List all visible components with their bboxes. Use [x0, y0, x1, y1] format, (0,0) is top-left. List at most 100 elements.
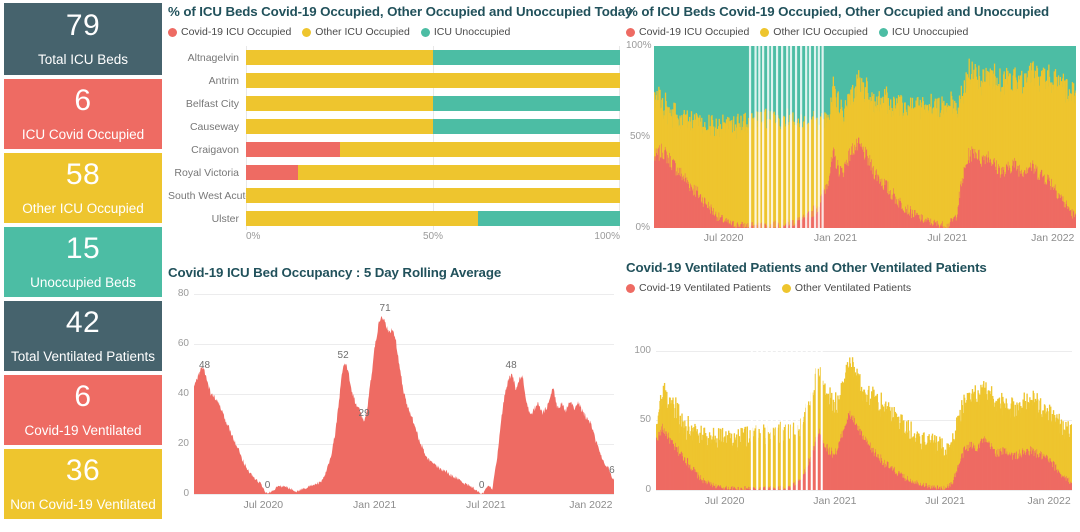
kpi-card-covid-19-ventilated[interactable]: 6 Covid-19 Ventilated — [4, 375, 162, 445]
bar-segment-icu-unoccupied[interactable] — [477, 211, 620, 226]
legend-color-dot-icon — [626, 283, 635, 293]
bar-segment-other-icu-occupied[interactable] — [246, 211, 478, 226]
bar-row[interactable]: Causeway — [168, 115, 620, 138]
x-axis-percent: 0% 50% 100% — [246, 230, 620, 244]
data-label: 0 — [478, 480, 485, 491]
gridline — [656, 490, 1072, 491]
kpi-card-non-covid-19-ventilated[interactable]: 36 Non Covid-19 Ventilated — [4, 449, 162, 519]
kpi-value: 6 — [74, 380, 92, 414]
bar-track — [246, 50, 620, 65]
legend-color-dot-icon — [168, 27, 177, 37]
legend-label: Other Ventilated Patients — [794, 282, 912, 294]
panel-title-icu-occupancy-rolling: Covid-19 ICU Bed Occupancy : 5 Day Rolli… — [168, 265, 502, 280]
icu-occupancy-plot — [194, 294, 614, 494]
legend-item[interactable]: Covid-19 ICU Occupied — [626, 26, 749, 38]
bar-track — [246, 73, 620, 88]
bar-row[interactable]: Antrim — [168, 69, 620, 92]
bar-segment-other-icu-occupied[interactable] — [246, 119, 433, 134]
bar-segment-other-icu-occupied[interactable] — [246, 96, 433, 111]
bar-category-label: Craigavon — [191, 143, 239, 156]
legend-color-dot-icon — [781, 283, 791, 293]
x-axis-tick: 100% — [594, 231, 620, 242]
kpi-label: ICU Covid Occupied — [21, 127, 145, 143]
legend-item[interactable]: Other ICU Occupied — [760, 26, 868, 38]
kpi-card-total-ventilated-patients[interactable]: 42 Total Ventilated Patients — [4, 301, 162, 371]
kpi-label: Covid-19 Ventilated — [24, 423, 142, 439]
legend-color-dot-icon — [760, 27, 770, 37]
y-axis-tick: 60 — [177, 338, 189, 349]
bar-segment-icu-unoccupied[interactable] — [433, 50, 620, 65]
kpi-card-total-icu-beds[interactable]: 79 Total ICU Beds — [4, 3, 162, 75]
kpi-value: 42 — [65, 306, 101, 340]
panel-icu-beds-timeseries: % of ICU Beds Covid-19 Occupied, Other O… — [626, 4, 1078, 244]
bar-segment-other-icu-occupied[interactable] — [339, 142, 620, 157]
bar-segment-covid-19-icu-occupied[interactable] — [246, 165, 299, 180]
bar-segment-icu-unoccupied[interactable] — [433, 119, 620, 134]
x-axis-tick: 50% — [422, 231, 444, 242]
legend-color-dot-icon — [626, 27, 635, 37]
panel-title-ventilated-patients: Covid-19 Ventilated Patients and Other V… — [626, 260, 987, 275]
data-label: 48 — [505, 360, 517, 371]
x-axis-tick: Jul 2020 — [703, 232, 744, 244]
data-label: 71 — [379, 302, 391, 314]
kpi-value: 15 — [65, 232, 101, 266]
legend-color-dot-icon — [878, 27, 888, 37]
y-axis-tick: 0 — [645, 484, 651, 495]
kpi-value: 36 — [65, 454, 101, 488]
bar-row[interactable]: Ulster — [168, 207, 620, 230]
panel-icu-occupancy-rolling: Covid-19 ICU Bed Occupancy : 5 Day Rolli… — [168, 265, 620, 526]
panel-title-icu-beds-today: % of ICU Beds Covid-19 Occupied, Other O… — [168, 4, 633, 19]
bar-row[interactable]: Altnagelvin — [168, 46, 620, 69]
kpi-card-other-icu-occupied[interactable]: 58 Other ICU Occupied — [4, 153, 162, 223]
bar-row[interactable]: South West Acute — [168, 184, 620, 207]
bar-category-label: Ulster — [211, 212, 239, 225]
bar-segment-other-icu-occupied[interactable] — [246, 50, 433, 65]
bar-category-label: Belfast City — [185, 97, 239, 110]
legend-label: Other ICU Occupied — [315, 26, 410, 38]
bar-segment-covid-19-icu-occupied[interactable] — [246, 142, 340, 157]
bar-category-label: Causeway — [189, 120, 239, 133]
legend-item[interactable]: Covid-19 Ventilated Patients — [626, 282, 771, 294]
icu-percent-plot — [654, 46, 1076, 228]
bar-track — [246, 211, 620, 226]
legend-label: Covid-19 Ventilated Patients — [639, 282, 771, 294]
kpi-card-icu-covid-occupied[interactable]: 6 ICU Covid Occupied — [4, 79, 162, 149]
kpi-card-column: 79 Total ICU Beds 6 ICU Covid Occupied 58 Oth… — [4, 3, 162, 523]
kpi-label: Unoccupied Beds — [30, 275, 136, 291]
bar-segment-other-icu-occupied[interactable] — [298, 165, 620, 180]
bar-row[interactable]: Royal Victoria — [168, 161, 620, 184]
bar-track — [246, 96, 620, 111]
bar-track — [246, 188, 620, 203]
x-axis-tick: Jan 2022 — [1031, 232, 1075, 244]
x-axis-tick: Jul 2020 — [704, 495, 745, 507]
kpi-label: Total ICU Beds — [37, 52, 129, 68]
kpi-value: 58 — [65, 158, 101, 192]
kpi-label: Non Covid-19 Ventilated — [10, 497, 156, 513]
bar-row[interactable]: Belfast City — [168, 92, 620, 115]
legend-item[interactable]: ICU Unoccupied — [878, 26, 968, 38]
bar-row[interactable]: Craigavon — [168, 138, 620, 161]
kpi-card-unoccupied-beds[interactable]: 15 Unoccupied Beds — [4, 227, 162, 297]
icu-dashboard: 79 Total ICU Beds 6 ICU Covid Occupied 58 Oth… — [0, 0, 1080, 532]
bar-segment-other-icu-occupied[interactable] — [246, 73, 620, 88]
stacked-bar-chart-today: Altnagelvin Antrim Belfast City Causeway Cra… — [168, 46, 620, 244]
legend-item[interactable]: Other ICU Occupied — [302, 26, 410, 38]
stacked-area-chart-icu-percent: 0% 50% 100% Jul 2020 Jan 2021 Jul 2021 Jan 202… — [626, 40, 1078, 244]
kpi-value: 79 — [65, 9, 101, 43]
y-axis-tick: 50 — [639, 414, 651, 426]
legend-item[interactable]: ICU Unoccupied — [420, 26, 510, 38]
legend-item[interactable]: Other Ventilated Patients — [781, 282, 912, 294]
legend-label: Other ICU Occupied — [773, 26, 868, 38]
bar-segment-icu-unoccupied[interactable] — [433, 96, 620, 111]
bar-track — [246, 119, 620, 134]
x-axis-tick: 0% — [246, 231, 261, 242]
y-axis-tick: 50% — [629, 131, 650, 142]
area-chart-icu-occupancy: 0 20 40 60 80 Jul 2020 Jan 2021 Jul 2021 Jan 202… — [168, 286, 620, 526]
y-axis-tick: 80 — [177, 288, 189, 299]
y-axis-tick: 0 — [183, 488, 189, 499]
x-axis-tick: Jul 2021 — [466, 499, 506, 511]
bar-category-label: Antrim — [208, 74, 239, 87]
legend-item[interactable]: Covid-19 ICU Occupied — [168, 26, 291, 38]
data-label: 0 — [264, 480, 271, 491]
bar-segment-other-icu-occupied[interactable] — [246, 188, 620, 203]
